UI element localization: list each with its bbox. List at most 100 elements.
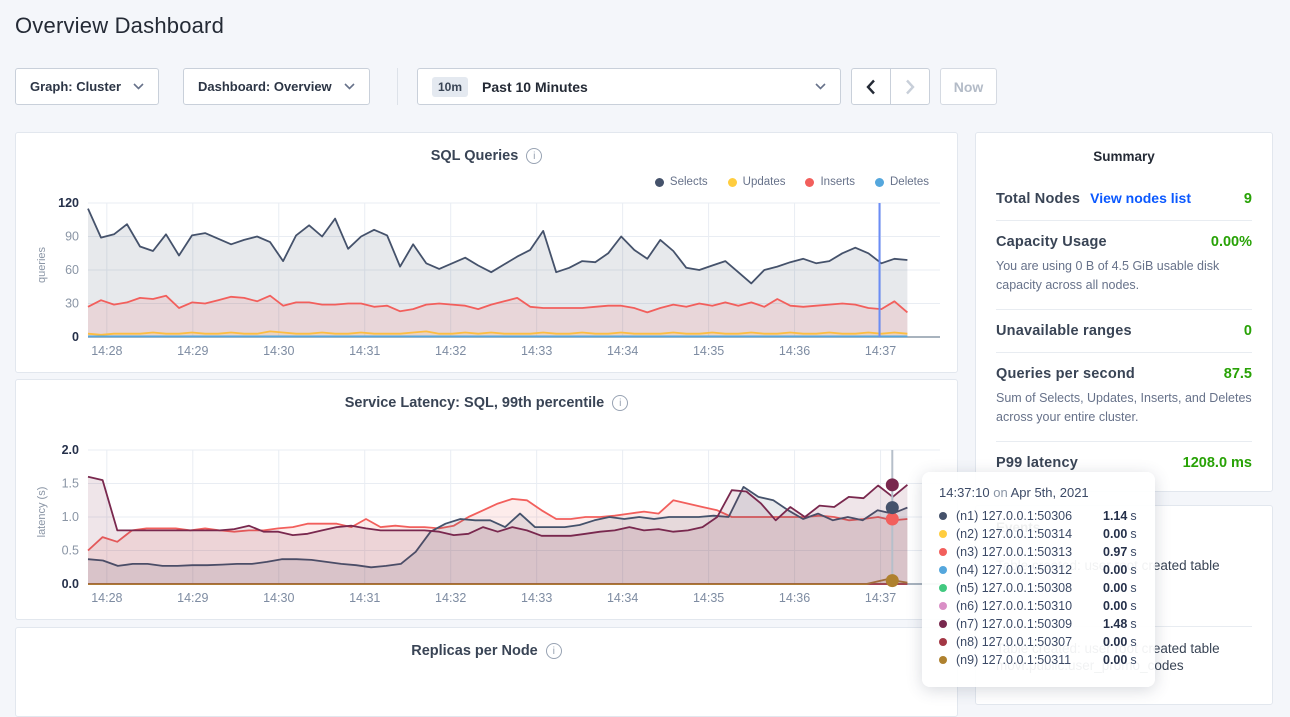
node-address: (n2) 127.0.0.1:50314 <box>956 527 1103 541</box>
tooltip-timestamp: 14:37:10 on Apr 5th, 2021 <box>939 485 1155 500</box>
tooltip-node-row: (n2) 127.0.0.1:503140.00s <box>939 525 1155 543</box>
summary-panel: Summary Total Nodes View nodes list 9 Ca… <box>975 132 1273 492</box>
legend-item-updates[interactable]: Updates <box>728 176 786 188</box>
svg-text:14:34: 14:34 <box>607 591 638 605</box>
graph-dropdown[interactable]: Graph: Cluster <box>15 68 159 105</box>
sql-queries-chart-card: SQL Queries Selects Updates Inserts Deletes… <box>15 132 958 373</box>
legend-label: Updates <box>743 176 786 188</box>
summary-description: Sum of Selects, Updates, Inserts, and De… <box>996 389 1252 428</box>
legend-item-inserts[interactable]: Inserts <box>805 176 855 188</box>
node-value: 1.14 <box>1103 509 1127 523</box>
summary-row-capacity-usage: Capacity Usage 0.00% <box>996 234 1252 250</box>
tooltip-node-row: (n1) 127.0.0.1:503061.14s <box>939 507 1155 525</box>
node-value-unit: s <box>1130 635 1136 649</box>
node-address: (n7) 127.0.0.1:50309 <box>956 617 1103 631</box>
chevron-left-icon <box>866 79 876 95</box>
divider <box>996 441 1252 442</box>
chevron-right-icon <box>905 79 915 95</box>
now-button[interactable]: Now <box>940 68 997 105</box>
info-icon[interactable] <box>526 148 542 164</box>
service-latency-chart-card: Service Latency: SQL, 99th percentile la… <box>15 379 958 620</box>
tooltip-node-row: (n8) 127.0.0.1:503070.00s <box>939 633 1155 651</box>
legend-dot <box>655 178 664 187</box>
info-icon[interactable] <box>546 643 562 659</box>
divider <box>996 309 1252 310</box>
chart-title-row: SQL Queries <box>16 141 957 171</box>
info-icon[interactable] <box>612 395 628 411</box>
chart-title: SQL Queries <box>431 148 519 164</box>
node-value: 0.00 <box>1103 527 1127 541</box>
dashboard-dropdown[interactable]: Dashboard: Overview <box>183 68 370 105</box>
summary-value: 1208.0 ms <box>1183 455 1252 471</box>
legend-item-deletes[interactable]: Deletes <box>875 176 929 188</box>
legend-dot <box>728 178 737 187</box>
svg-text:14:31: 14:31 <box>349 344 380 358</box>
svg-text:14:32: 14:32 <box>435 344 466 358</box>
sql-plot-area: queries 14:2814:2914:3014:3114:3214:3314… <box>16 195 957 365</box>
replicas-per-node-chart-card: Replicas per Node <box>15 627 958 717</box>
node-value-unit: s <box>1130 527 1136 541</box>
node-value-unit: s <box>1130 545 1136 559</box>
summary-label: Unavailable ranges <box>996 323 1132 339</box>
legend-item-selects[interactable]: Selects <box>655 176 708 188</box>
node-address: (n8) 127.0.0.1:50307 <box>956 635 1103 649</box>
node-value: 0.00 <box>1103 581 1127 595</box>
node-color-dot <box>939 656 947 664</box>
node-value-unit: s <box>1130 599 1136 613</box>
y-axis-label: queries <box>36 215 48 315</box>
summary-label: Total Nodes <box>996 191 1080 207</box>
sql-queries-plot[interactable]: 14:2814:2914:3014:3114:3214:3314:3414:35… <box>30 195 945 365</box>
legend-label: Inserts <box>820 176 855 188</box>
legend-label: Selects <box>670 176 708 188</box>
node-color-dot <box>939 566 947 574</box>
svg-text:14:35: 14:35 <box>693 591 724 605</box>
svg-text:14:31: 14:31 <box>349 591 380 605</box>
tooltip-on: on <box>993 485 1007 500</box>
summary-value: 87.5 <box>1224 366 1252 382</box>
overview-dashboard-page: Overview Dashboard Graph: Cluster Dashbo… <box>0 0 1290 689</box>
svg-text:14:34: 14:34 <box>607 344 638 358</box>
node-color-dot <box>939 638 947 646</box>
view-nodes-list-link[interactable]: View nodes list <box>1090 190 1191 206</box>
time-range-badge: 10m <box>432 77 468 97</box>
node-address: (n6) 127.0.0.1:50310 <box>956 599 1103 613</box>
time-prev-button[interactable] <box>851 68 891 105</box>
time-range-dropdown[interactable]: 10m Past 10 Minutes <box>417 68 841 105</box>
svg-text:14:36: 14:36 <box>779 344 810 358</box>
svg-text:60: 60 <box>65 263 79 277</box>
legend-dot <box>875 178 884 187</box>
svg-text:14:28: 14:28 <box>91 591 122 605</box>
latency-chart-legend-spacer <box>16 418 957 440</box>
node-color-dot <box>939 602 947 610</box>
service-latency-plot[interactable]: 14:2814:2914:3014:3114:3214:3314:3414:35… <box>30 442 945 612</box>
summary-value: 9 <box>1244 191 1252 207</box>
summary-title: Summary <box>996 149 1252 164</box>
graph-dropdown-label: Graph: Cluster <box>30 79 121 94</box>
summary-row-total-nodes: Total Nodes View nodes list 9 <box>996 190 1252 207</box>
time-next-button[interactable] <box>890 68 930 105</box>
node-address: (n3) 127.0.0.1:50313 <box>956 545 1103 559</box>
node-address: (n9) 127.0.0.1:50311 <box>956 653 1103 667</box>
svg-text:0: 0 <box>72 330 79 344</box>
svg-text:14:35: 14:35 <box>693 344 724 358</box>
svg-text:14:36: 14:36 <box>779 591 810 605</box>
tooltip-node-row: (n7) 127.0.0.1:503091.48s <box>939 615 1155 633</box>
chart-title-row: Service Latency: SQL, 99th percentile <box>16 388 957 418</box>
node-color-dot <box>939 512 947 520</box>
svg-text:120: 120 <box>58 196 79 210</box>
tooltip-rows: (n1) 127.0.0.1:503061.14s(n2) 127.0.0.1:… <box>939 507 1155 669</box>
svg-text:1.0: 1.0 <box>62 510 79 524</box>
summary-value: 0.00% <box>1211 234 1252 250</box>
dashboard-dropdown-label: Dashboard: Overview <box>198 79 332 94</box>
chevron-down-icon <box>344 83 355 90</box>
sql-chart-legend: Selects Updates Inserts Deletes <box>16 171 957 193</box>
svg-text:14:37: 14:37 <box>865 344 896 358</box>
node-value-unit: s <box>1130 509 1136 523</box>
svg-text:0.0: 0.0 <box>62 577 79 591</box>
chart-title-row: Replicas per Node <box>16 636 957 666</box>
svg-text:14:30: 14:30 <box>263 591 294 605</box>
toolbar-divider <box>397 68 398 105</box>
divider <box>996 220 1252 221</box>
chevron-down-icon <box>815 83 826 90</box>
svg-text:1.5: 1.5 <box>62 477 79 491</box>
